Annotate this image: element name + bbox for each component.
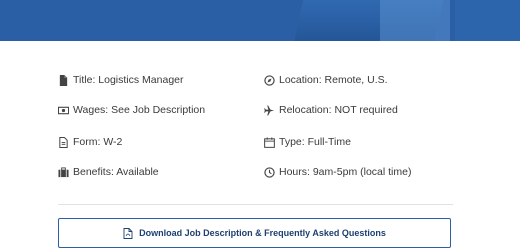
location-item: Location: Remote, U.S. xyxy=(264,71,388,89)
clock-icon xyxy=(264,166,275,178)
benefits-item: Benefits: Available xyxy=(58,163,159,181)
plane-icon xyxy=(264,104,275,116)
hero-banner-image xyxy=(0,0,520,41)
file-icon xyxy=(58,74,69,86)
pdf-file-icon xyxy=(123,227,133,239)
document-icon xyxy=(58,136,69,148)
briefcase-icon xyxy=(58,166,69,178)
type-item: Type: Full-Time xyxy=(264,133,351,151)
money-bill-icon xyxy=(58,105,69,116)
hero-shape xyxy=(380,0,450,41)
job-title-item: Title: Logistics Manager xyxy=(58,71,184,89)
hours-text: Hours: 9am-5pm (local time) xyxy=(279,166,412,178)
wages-item: Wages: See Job Description xyxy=(58,101,205,119)
type-text: Type: Full-Time xyxy=(279,136,351,148)
job-title-text: Title: Logistics Manager xyxy=(73,74,184,86)
hero-shape xyxy=(455,0,520,41)
wages-text: Wages: See Job Description xyxy=(73,104,206,116)
relocation-item: Relocation: NOT required xyxy=(264,101,398,119)
calendar-icon xyxy=(264,136,275,148)
location-circle-icon xyxy=(264,74,275,86)
relocation-text: Relocation: NOT required xyxy=(279,104,398,116)
form-item: Form: W-2 xyxy=(58,133,122,151)
form-text: Form: W-2 xyxy=(73,136,123,148)
hours-item: Hours: 9am-5pm (local time) xyxy=(264,163,411,181)
location-text: Location: Remote, U.S. xyxy=(279,74,388,86)
section-divider xyxy=(58,204,453,205)
download-button-label: Download Job Description & Frequently As… xyxy=(139,228,386,238)
benefits-text: Benefits: Available xyxy=(73,166,159,178)
download-job-description-button[interactable]: Download Job Description & Frequently As… xyxy=(58,218,451,248)
